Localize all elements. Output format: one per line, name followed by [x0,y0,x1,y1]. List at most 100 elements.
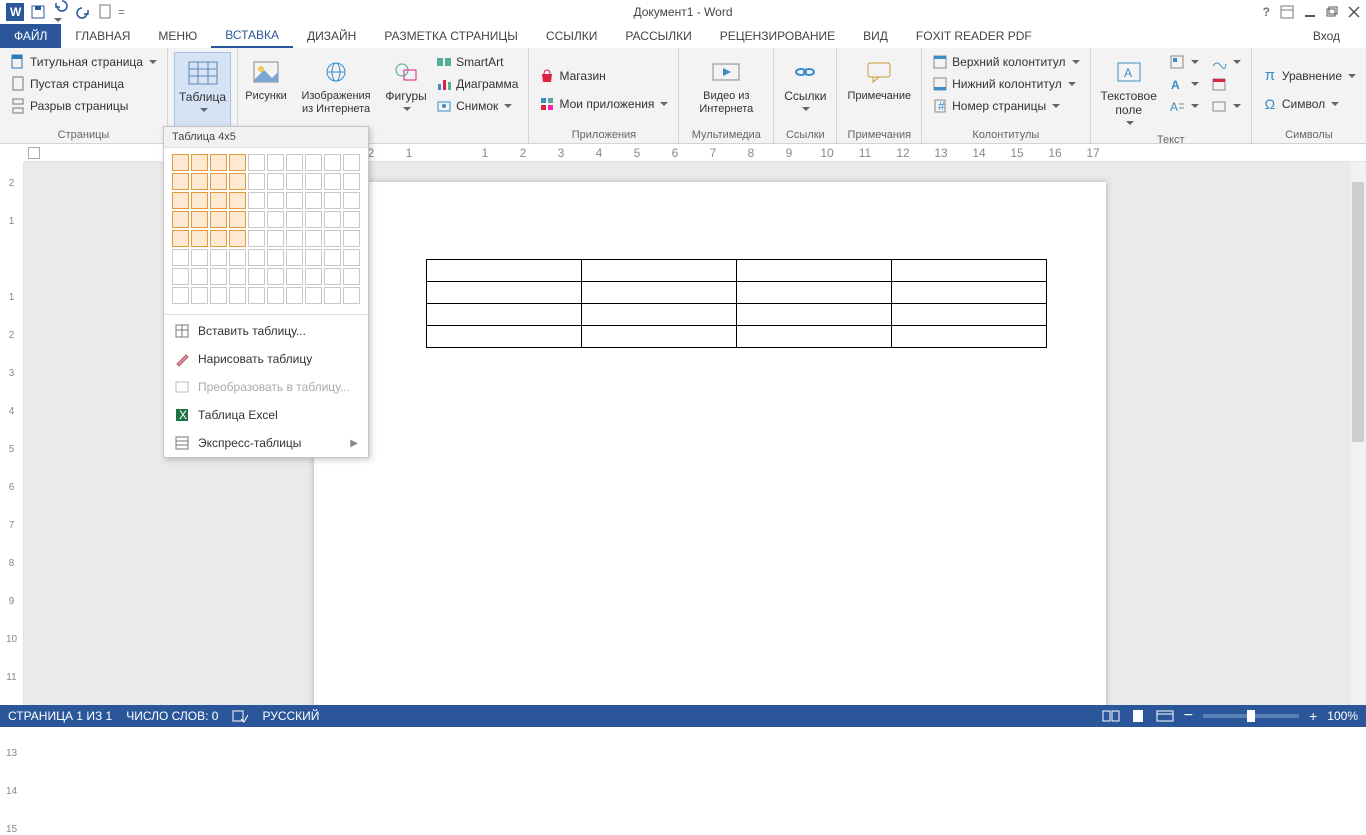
table-grid-cell[interactable] [343,173,360,190]
tab-file[interactable]: ФАЙЛ [0,24,61,48]
table-button[interactable]: Таблица [174,52,231,127]
minimize-icon[interactable] [1304,6,1316,18]
table-grid-cell[interactable] [267,173,284,190]
chart-button[interactable]: Диаграмма [432,74,522,94]
page-number-button[interactable]: #Номер страницы [928,96,1083,116]
document-table[interactable] [426,259,1047,348]
table-grid-cell[interactable] [172,230,189,247]
undo-icon[interactable] [52,0,70,27]
table-grid-cell[interactable] [324,173,341,190]
online-pictures-button[interactable]: Изображения из Интернета [292,52,380,127]
table-grid-cell[interactable] [191,287,208,304]
table-grid-cell[interactable] [229,249,246,266]
comment-button[interactable]: Примечание [843,52,915,127]
footer-button[interactable]: Нижний колонтитул [928,74,1083,94]
table-grid-cell[interactable] [343,192,360,209]
table-grid-cell[interactable] [210,230,227,247]
table-grid-cell[interactable] [305,249,322,266]
spell-check-icon[interactable] [232,709,248,723]
zoom-in-button[interactable]: + [1309,708,1317,724]
page[interactable] [314,182,1106,705]
table-grid-cell[interactable] [172,154,189,171]
menu-insert-table[interactable]: Вставить таблицу... [164,317,368,345]
textbox-button[interactable]: AТекстовое поле [1097,52,1161,132]
table-grid-cell[interactable] [343,211,360,228]
table-grid-cell[interactable] [229,173,246,190]
table-grid-cell[interactable] [305,192,322,209]
my-apps-button[interactable]: Мои приложения [535,94,672,114]
table-grid-cell[interactable] [191,173,208,190]
table-grid-cell[interactable] [286,268,303,285]
table-grid-cell[interactable] [267,249,284,266]
screenshot-button[interactable]: Снимок [432,96,522,116]
table-grid-cell[interactable] [324,287,341,304]
table-grid-cell[interactable] [248,211,265,228]
table-grid-cell[interactable] [267,192,284,209]
table-grid-cell[interactable] [286,211,303,228]
table-grid-cell[interactable] [191,268,208,285]
table-grid-cell[interactable] [343,287,360,304]
table-grid-cell[interactable] [248,154,265,171]
wordart-button[interactable]: A [1165,74,1203,94]
table-grid-cell[interactable] [324,154,341,171]
table-grid-cell[interactable] [305,173,322,190]
table-grid-cell[interactable] [229,268,246,285]
zoom-level[interactable]: 100% [1327,709,1358,723]
quick-parts-button[interactable] [1165,52,1203,72]
table-grid-cell[interactable] [286,249,303,266]
table-grid-cell[interactable] [248,192,265,209]
table-grid-cell[interactable] [172,268,189,285]
table-grid-cell[interactable] [286,192,303,209]
table-grid-cell[interactable] [172,192,189,209]
table-grid-cell[interactable] [324,211,341,228]
table-grid-cell[interactable] [286,173,303,190]
table-grid-cell[interactable] [324,192,341,209]
table-grid-cell[interactable] [248,230,265,247]
save-icon[interactable] [30,4,46,20]
customize-qat-icon[interactable]: = [118,5,125,19]
table-grid-cell[interactable] [210,287,227,304]
pictures-button[interactable]: Рисунки [244,52,288,127]
shapes-button[interactable]: Фигуры [384,52,428,127]
table-grid-cell[interactable] [210,211,227,228]
table-grid-cell[interactable] [324,230,341,247]
tab-вид[interactable]: ВИД [849,24,902,48]
avatar[interactable] [1346,28,1360,45]
sign-in-label[interactable]: Вход [1313,29,1340,43]
tab-рецензирование[interactable]: РЕЦЕНЗИРОВАНИЕ [706,24,849,48]
zoom-out-button[interactable]: − [1184,707,1193,725]
table-grid-cell[interactable] [172,173,189,190]
table-grid-cell[interactable] [229,192,246,209]
new-doc-icon[interactable] [98,4,112,20]
read-mode-icon[interactable] [1102,709,1120,723]
tab-меню[interactable]: Меню [144,24,211,48]
table-grid-cell[interactable] [267,268,284,285]
table-grid-cell[interactable] [343,268,360,285]
tab-вставка[interactable]: ВСТАВКА [211,24,293,48]
table-grid-cell[interactable] [172,249,189,266]
object-button[interactable] [1207,96,1245,116]
cover-page-button[interactable]: Титульная страница [6,52,161,72]
table-grid-cell[interactable] [305,230,322,247]
links-button[interactable]: Ссылки [780,52,830,127]
table-grid-cell[interactable] [267,154,284,171]
table-grid-cell[interactable] [248,249,265,266]
table-grid-cell[interactable] [305,154,322,171]
menu-excel-table[interactable]: XТаблица Excel [164,401,368,429]
table-grid-cell[interactable] [210,268,227,285]
header-button[interactable]: Верхний колонтитул [928,52,1083,72]
ribbon-opts-icon[interactable] [1280,5,1294,19]
table-grid-cell[interactable] [248,268,265,285]
table-grid-cell[interactable] [343,154,360,171]
table-grid-cell[interactable] [324,268,341,285]
redo-icon[interactable] [76,4,92,20]
help-icon[interactable]: ? [1263,5,1270,19]
table-grid-cell[interactable] [305,211,322,228]
table-grid-cell[interactable] [191,230,208,247]
table-grid-cell[interactable] [286,230,303,247]
online-video-button[interactable]: Видео из Интернета [685,52,767,127]
tab-ссылки[interactable]: ССЫЛКИ [532,24,611,48]
menu-quick-tables[interactable]: Экспресс-таблицы▶ [164,429,368,457]
table-grid-cell[interactable] [305,268,322,285]
tab-главная[interactable]: ГЛАВНАЯ [61,24,144,48]
